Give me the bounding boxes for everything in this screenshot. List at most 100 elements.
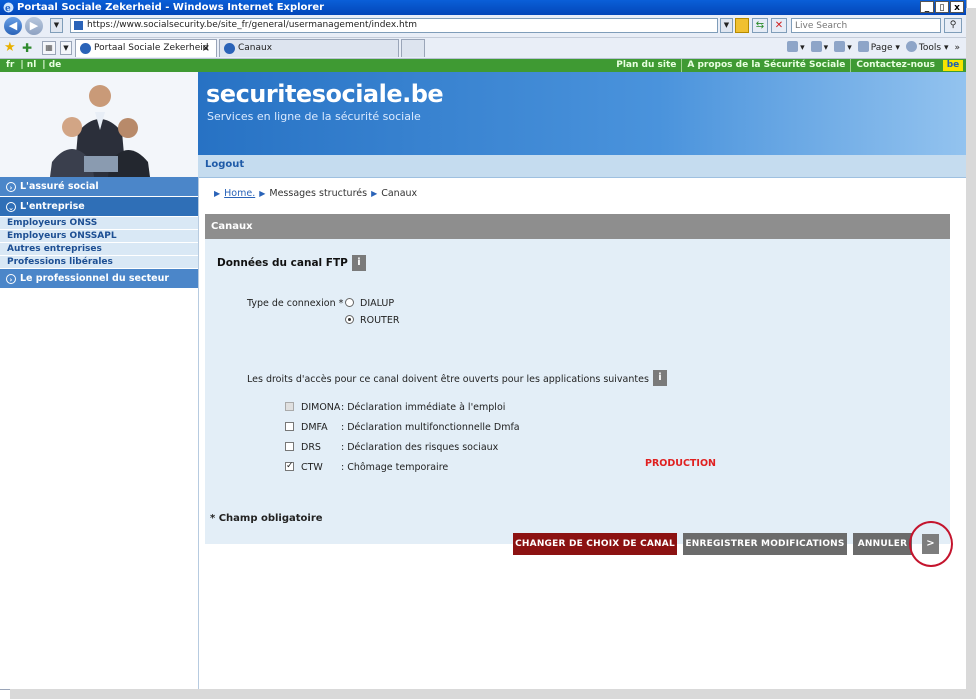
lock-icon[interactable] bbox=[735, 18, 749, 33]
app-row-drs: DRS: Déclaration des risques sociaux bbox=[285, 442, 498, 454]
be-logo[interactable]: be bbox=[943, 60, 963, 71]
new-tab-button[interactable] bbox=[401, 39, 425, 57]
tab-label: Portaal Sociale Zekerheid bbox=[94, 43, 209, 53]
address-row: ◀ ▶ ▼ https://www.socialsecurity.be/site… bbox=[0, 15, 966, 38]
chevron-down-icon: ⌄ bbox=[6, 202, 16, 212]
tab-canaux[interactable]: Canaux bbox=[219, 39, 399, 57]
sidebar-section-assure-social[interactable]: › L'assuré social bbox=[0, 177, 198, 197]
search-icon[interactable]: ⚲ bbox=[944, 18, 962, 33]
breadcrumb: ▶ Home. ▶ Messages structurés ▶ Canaux bbox=[210, 188, 417, 199]
ftp-section-title: Données du canal FTP : bbox=[217, 257, 356, 269]
more-chevron-icon[interactable]: » bbox=[954, 41, 960, 55]
cancel-button[interactable]: ANNULER bbox=[853, 533, 912, 555]
window-title: Portaal Sociale Zekerheid - Windows Inte… bbox=[17, 2, 325, 13]
lang-fr[interactable]: fr bbox=[6, 60, 14, 70]
info-icon[interactable]: i bbox=[653, 370, 667, 386]
panel-title: Canaux bbox=[205, 214, 950, 239]
page-menu-icon bbox=[857, 41, 869, 52]
feeds-button[interactable]: ▾ bbox=[810, 41, 828, 55]
tab-favicon-icon bbox=[80, 43, 91, 54]
maximize-button[interactable]: ▯ bbox=[935, 1, 949, 13]
logout-bar: Logout bbox=[198, 155, 966, 178]
channel-panel: Canaux Données du canal FTP : i Type de … bbox=[205, 214, 950, 544]
window-shadow-bottom bbox=[10, 689, 976, 699]
about-link[interactable]: A propos de la Sécurité Sociale bbox=[681, 59, 850, 72]
svg-text:e: e bbox=[5, 4, 11, 13]
connection-type-label: Type de connexion * : bbox=[247, 298, 350, 309]
address-dropdown[interactable]: ▼ bbox=[720, 18, 733, 33]
window-controls: _ ▯ x bbox=[920, 1, 964, 13]
search-input[interactable] bbox=[792, 19, 938, 32]
home-icon bbox=[787, 41, 799, 52]
feeds-icon bbox=[810, 41, 822, 52]
favorites-star-icon[interactable]: ★ bbox=[4, 40, 16, 56]
tab-row: ★ ✚ ▦ ▼ Portaal Sociale Zekerheid × Cana… bbox=[0, 38, 966, 59]
ctw-checkbox[interactable] bbox=[285, 460, 294, 472]
print-icon bbox=[834, 41, 846, 52]
tools-menu[interactable]: Tools ▾ bbox=[905, 41, 948, 55]
breadcrumb-messages: Messages structurés bbox=[269, 188, 368, 199]
tab-portaal[interactable]: Portaal Sociale Zekerheid × bbox=[75, 39, 217, 57]
tab-close-icon[interactable]: × bbox=[202, 40, 210, 57]
lang-nl[interactable]: nl bbox=[27, 60, 37, 70]
required-note: * Champ obligatoire bbox=[210, 513, 323, 524]
contact-link[interactable]: Contactez-nous bbox=[850, 59, 940, 72]
chevron-right-icon: › bbox=[6, 182, 16, 192]
dmfa-checkbox[interactable] bbox=[285, 422, 294, 431]
home-button[interactable]: ▾ bbox=[787, 41, 805, 55]
change-channel-button[interactable]: CHANGER DE CHOIX DE CANAL bbox=[513, 533, 677, 555]
top-links: Plan du site A propos de la Sécurité Soc… bbox=[611, 59, 940, 72]
stop-icon[interactable]: ✕ bbox=[771, 18, 787, 33]
quick-tabs-icon[interactable]: ▦ bbox=[42, 41, 56, 55]
logout-link[interactable]: Logout bbox=[205, 159, 244, 170]
ie-logo-icon: e bbox=[3, 2, 14, 13]
site-tagline: Services en ligne de la sécurité sociale bbox=[207, 110, 421, 123]
minimize-button[interactable]: _ bbox=[920, 1, 934, 13]
production-label: PRODUCTION bbox=[645, 458, 716, 469]
sidebar-section-professionnel[interactable]: › Le professionnel du secteur social bbox=[0, 269, 198, 303]
sidebar-item-professions-liberales[interactable]: Professions libérales bbox=[0, 256, 198, 269]
drs-checkbox[interactable] bbox=[285, 442, 294, 451]
refresh-icon[interactable]: ⇆ bbox=[752, 18, 768, 33]
print-button[interactable]: ▾ bbox=[834, 41, 852, 55]
breadcrumb-arrow-icon: ▶ bbox=[259, 189, 266, 198]
add-favorites-icon[interactable]: ✚ bbox=[22, 40, 32, 56]
sidebar-section-entreprise[interactable]: ⌄ L'entreprise bbox=[0, 197, 198, 217]
radio-button-selected-icon bbox=[345, 315, 354, 324]
site-top-bar: fr | nl | de Plan du site A propos de la S… bbox=[0, 59, 966, 72]
sidebar-item-employeurs-onss[interactable]: Employeurs ONSS bbox=[0, 217, 198, 230]
sidebar-item-employeurs-onssapl[interactable]: Employeurs ONSSAPL bbox=[0, 230, 198, 243]
app-row-ctw: CTW: Chômage temporaire bbox=[285, 460, 448, 474]
window-shadow-right bbox=[966, 8, 976, 699]
annotation-circle bbox=[909, 521, 953, 567]
breadcrumb-home-link[interactable]: Home. bbox=[224, 188, 255, 199]
address-field[interactable]: https://www.socialsecurity.be/site_fr/ge… bbox=[70, 18, 718, 33]
history-dropdown[interactable]: ▼ bbox=[50, 18, 63, 33]
tab-list-dropdown[interactable]: ▼ bbox=[60, 41, 72, 55]
info-icon[interactable]: i bbox=[352, 255, 366, 271]
back-button[interactable]: ◀ bbox=[4, 17, 22, 35]
lang-de[interactable]: de bbox=[49, 60, 62, 70]
close-button[interactable]: x bbox=[950, 1, 964, 13]
breadcrumb-arrow-icon: ▶ bbox=[371, 189, 378, 198]
site-logo[interactable]: securitesociale.be bbox=[206, 80, 444, 108]
sidebar-item-autres-entreprises[interactable]: Autres entreprises bbox=[0, 243, 198, 256]
dimona-checkbox[interactable] bbox=[285, 402, 294, 411]
radio-dialup[interactable]: DIALUP bbox=[345, 298, 394, 310]
save-changes-button[interactable]: ENREGISTRER MODIFICATIONS bbox=[683, 533, 847, 555]
app-row-dmfa: DMFA: Déclaration multifonctionnelle Dmf… bbox=[285, 422, 520, 434]
breadcrumb-arrow-icon: ▶ bbox=[214, 189, 221, 198]
access-rights-text: Les droits d'accès pour ce canal doivent… bbox=[247, 374, 656, 385]
gear-icon bbox=[905, 41, 917, 52]
radio-router[interactable]: ROUTER bbox=[345, 315, 399, 327]
page-icon bbox=[74, 21, 83, 30]
chevron-right-icon: › bbox=[6, 274, 16, 284]
business-people-image bbox=[0, 72, 198, 177]
header-photo bbox=[0, 72, 198, 177]
sitemap-link[interactable]: Plan du site bbox=[611, 59, 681, 72]
page-menu[interactable]: Page ▾ bbox=[857, 41, 900, 55]
language-switcher: fr | nl | de bbox=[6, 60, 62, 70]
forward-button[interactable]: ▶ bbox=[25, 17, 43, 35]
tab-label: Canaux bbox=[238, 43, 273, 53]
app-row-dimona: DIMONA: Déclaration immédiate à l'emploi bbox=[285, 402, 505, 414]
